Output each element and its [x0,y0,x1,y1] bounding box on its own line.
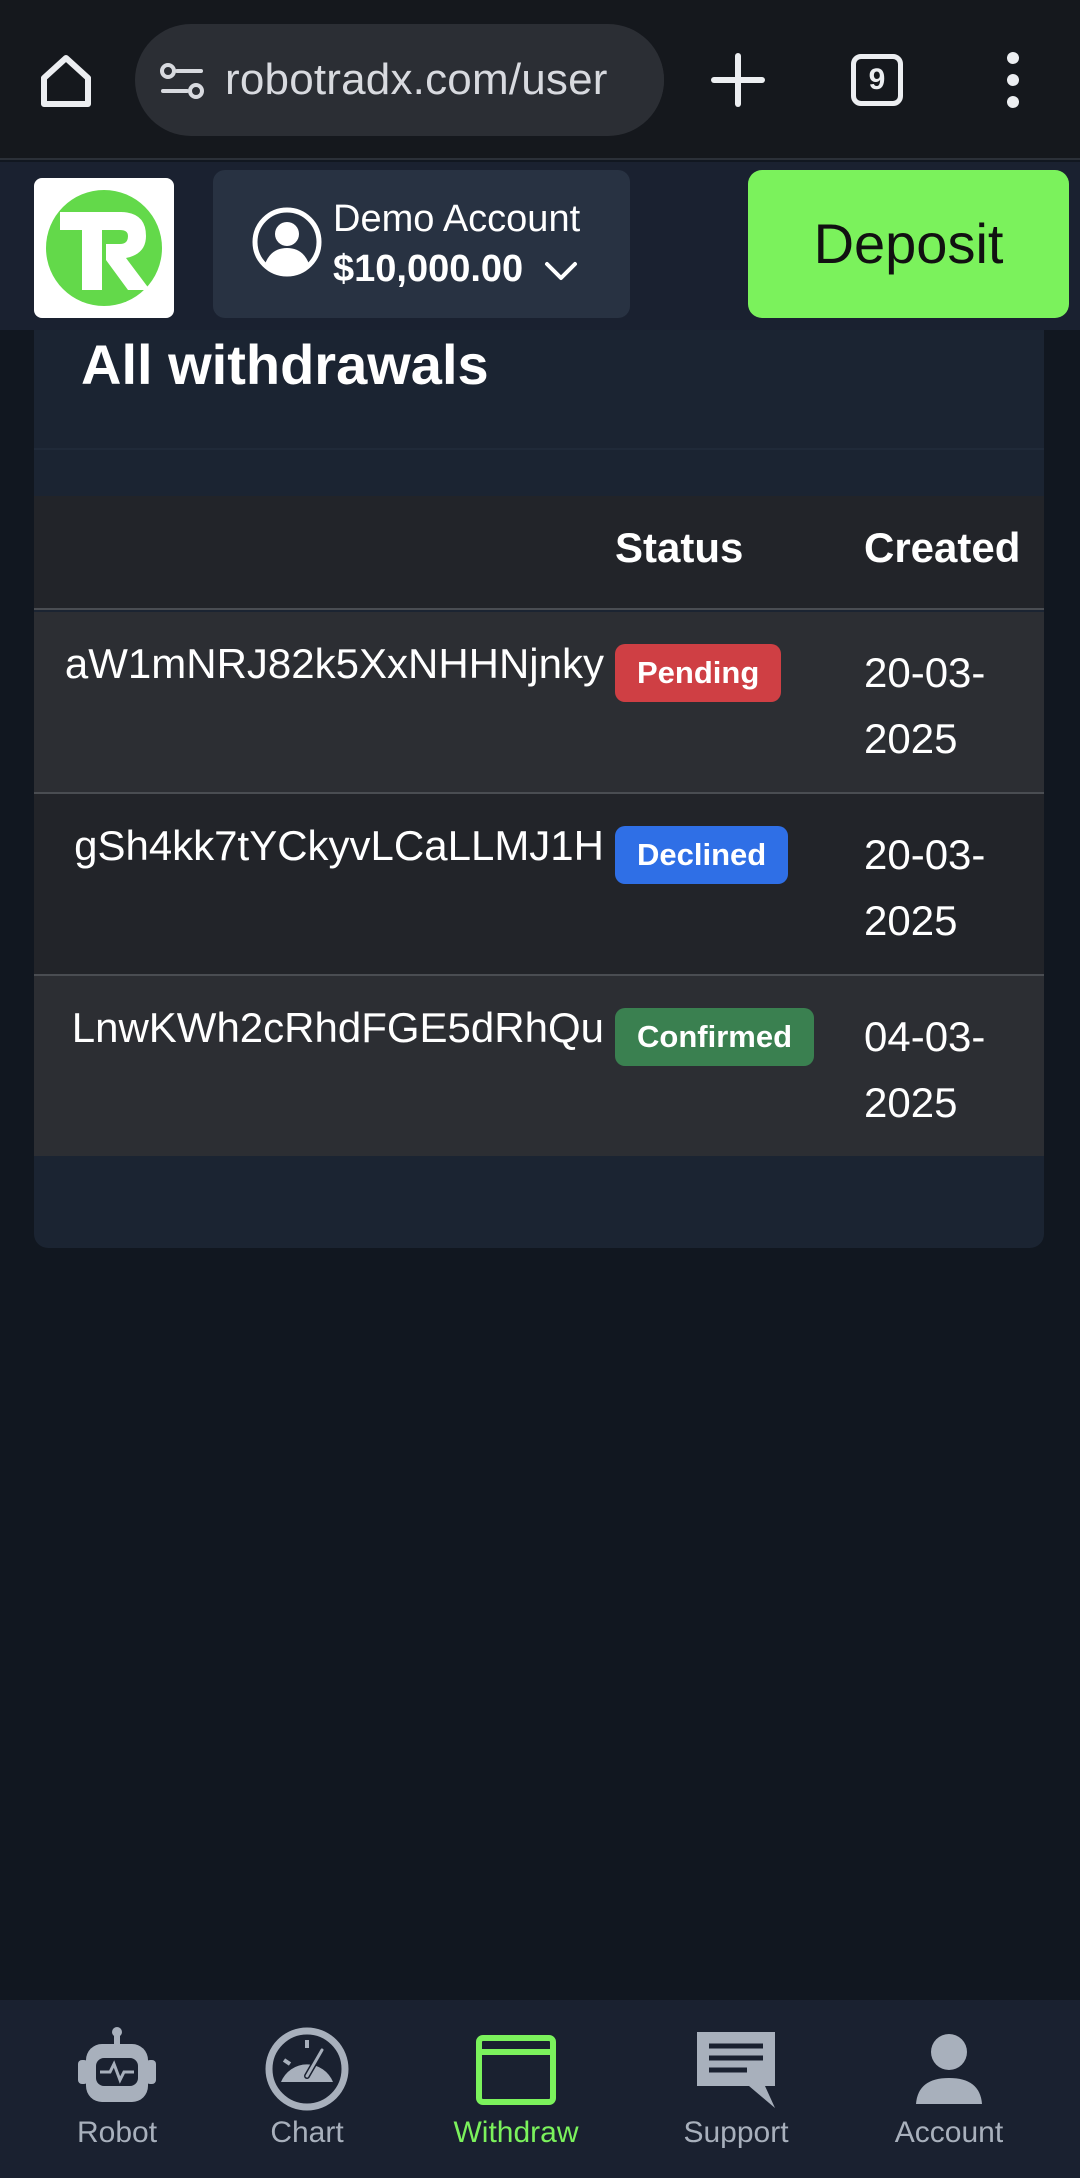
wallet-address: gSh4kk7tYCkyvLCaLLMJ1H [74,822,604,869]
site-settings-icon[interactable] [159,62,205,100]
account-balance: $10,000.00 [333,248,524,290]
nav-withdraw[interactable]: Withdraw [416,2000,616,2178]
speedometer-icon [262,2024,352,2114]
page-title: All withdrawals [81,333,489,396]
user-avatar-icon [251,206,323,278]
table-header: Status Created [34,496,1044,610]
wallet-address: aW1mNRJ82k5XxNHHNjnky [64,640,604,687]
tab-switcher-button[interactable]: 9 [851,54,903,106]
nav-label: Account [894,2116,1004,2149]
new-tab-icon[interactable] [710,52,766,108]
status-badge: Confirmed [615,1008,814,1066]
chevron-down-icon [543,260,579,284]
created-date: 20-03- 2025 [864,649,986,762]
chat-icon [691,2024,781,2114]
home-icon[interactable] [36,50,96,110]
nav-label: Withdraw [453,2116,579,2149]
column-header-status: Status [615,524,744,571]
robot-icon [72,2024,162,2114]
brand-logo[interactable] [34,178,174,318]
account-switcher[interactable]: Demo Account $10,000.00 [213,170,630,318]
deposit-button[interactable]: Deposit [748,170,1069,318]
created-date: 20-03- 2025 [864,831,986,944]
bottom-navigation: Robot Chart Withdraw Support Account [0,2000,1080,2178]
created-date: 04-03- 2025 [864,1013,986,1126]
status-badge: Declined [615,826,789,884]
wallet-address: LnwKWh2cRhdFGE5dRhQu [71,1004,604,1051]
person-icon [904,2024,994,2114]
column-header-created: Created [864,524,1021,571]
nav-label: Chart [270,2116,344,2149]
address-bar[interactable]: robotradx.com/user [135,24,664,136]
nav-account[interactable]: Account [849,2000,1049,2178]
nav-label: Support [683,2116,789,2149]
status-badge: Pending [615,644,782,702]
card-header: All withdrawals [34,330,1044,450]
wallet-icon [471,2024,561,2114]
withdrawals-table[interactable]: Status Created aW1mNRJ82k5XxNHHNjnky Pen… [34,496,1044,1156]
table-row: aW1mNRJ82k5XxNHHNjnky Pending 20-03- 2025 [34,612,1044,794]
url-text: robotradx.com/user [225,55,608,104]
account-name: Demo Account [333,198,581,240]
nav-robot[interactable]: Robot [17,2000,217,2178]
browser-toolbar: robotradx.com/user 9 [0,0,1080,160]
nav-label: Robot [76,2116,158,2149]
table-row: LnwKWh2cRhdFGE5dRhQu Confirmed 04-03- 202… [34,976,1044,1156]
table-row: gSh4kk7tYCkyvLCaLLMJ1H Declined 20-03- 20… [34,794,1044,976]
nav-chart[interactable]: Chart [207,2000,407,2178]
more-menu-icon[interactable] [995,52,1031,108]
withdrawals-card: All withdrawals Status Created aW1mNRJ82… [34,330,1044,1248]
nav-support[interactable]: Support [636,2000,836,2178]
